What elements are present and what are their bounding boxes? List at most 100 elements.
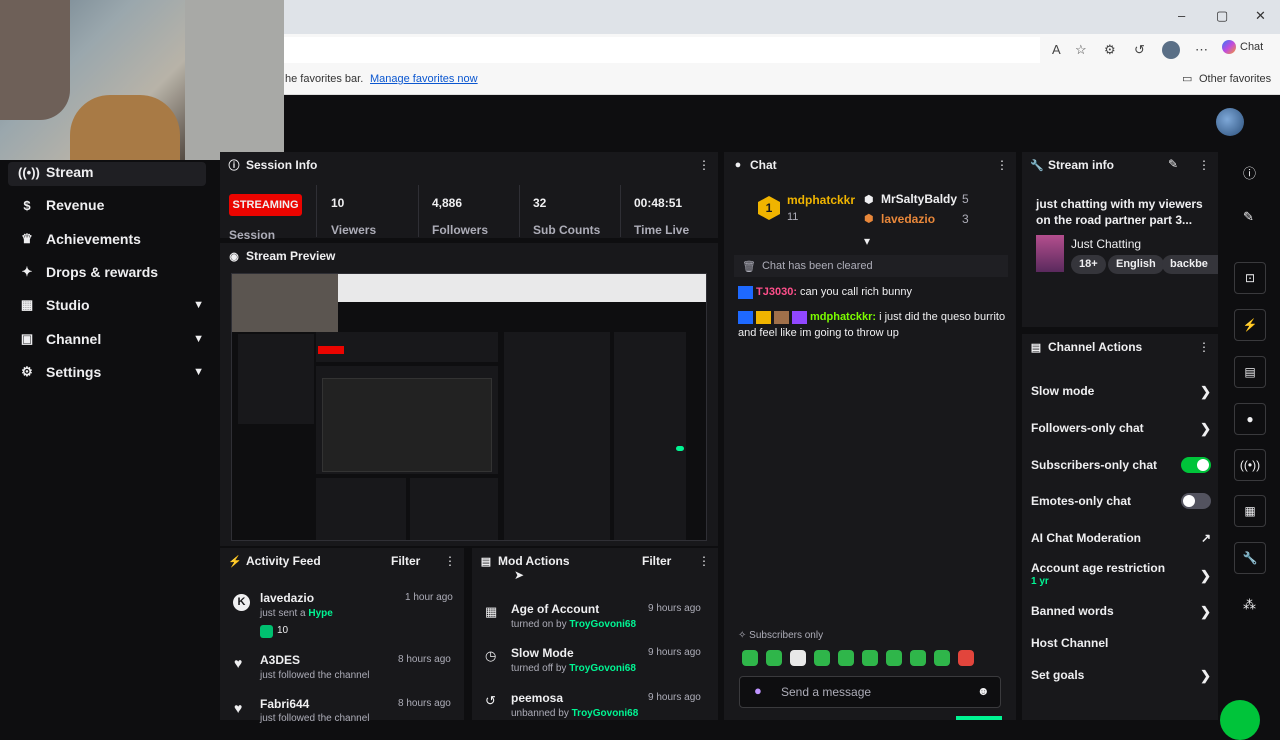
more-vertical-icon[interactable]: ⋮ [1198, 340, 1210, 354]
action-label: Emotes-only chat [1031, 494, 1132, 508]
studio-icon: ▦ [20, 297, 34, 312]
collapse-leaderboard-icon[interactable]: ▾ [864, 234, 870, 248]
chat-username[interactable]: mdphatckkr [810, 311, 872, 323]
maximize-icon[interactable]: ▢ [1216, 8, 1228, 24]
stat-divider [316, 185, 317, 237]
heart-icon: ♥ [234, 700, 243, 716]
unban-icon: ↺ [485, 693, 496, 708]
calendar-icon: ▦ [485, 604, 498, 619]
emote-icon[interactable] [958, 650, 974, 666]
edit-pencil-icon[interactable]: ✎ [1243, 209, 1254, 225]
more-vertical-icon[interactable]: ⋮ [444, 554, 456, 568]
screenshot-icon[interactable]: ⊡ [1234, 262, 1266, 294]
more-vertical-icon[interactable]: ⋮ [698, 554, 710, 568]
webcam-overlay [0, 0, 284, 160]
set-goals-row[interactable]: Set goals ❯ [1031, 668, 1211, 683]
broadcast-icon[interactable]: ((•)) [1234, 449, 1266, 481]
more-vertical-icon[interactable]: ⋮ [698, 158, 710, 172]
leader-first-name[interactable]: mdphatckkr [787, 193, 855, 207]
chat-bubble-icon[interactable]: ● [1234, 403, 1266, 435]
tag-chip[interactable]: English [1108, 255, 1164, 274]
subscribers-only-toggle[interactable] [1181, 457, 1211, 473]
wrench-icon[interactable]: 🔧 [1234, 542, 1266, 574]
more-vertical-icon[interactable]: ⋮ [1198, 158, 1210, 172]
extensions-icon[interactable]: ⚙ [1104, 42, 1116, 58]
layout-icon[interactable]: ▦ [1234, 495, 1266, 527]
emote-icon[interactable] [814, 650, 830, 666]
emoji-picker-icon[interactable]: ☻ [977, 684, 990, 698]
copilot-chat-button[interactable]: Chat [1222, 40, 1263, 54]
emote-icon[interactable] [742, 650, 758, 666]
document-icon[interactable]: ▤ [1234, 356, 1266, 388]
preview-icon: ◉ [229, 250, 239, 263]
sidebar-item-settings[interactable]: ⚙ Settings ▼ [18, 364, 204, 380]
sidebar-item-label: Revenue [46, 197, 105, 213]
chat-input[interactable]: ● Send a message ☻ [739, 676, 1001, 708]
tag-chip[interactable]: backbe [1162, 255, 1218, 274]
preview-actions [614, 396, 686, 540]
mod-by: TroyGovoni68 [571, 708, 639, 719]
banned-words-row[interactable]: Banned words ❯ [1031, 604, 1211, 619]
sidebar-item-drops[interactable]: ✦ Drops & rewards [18, 264, 204, 280]
mod-item-name: Age of Account [511, 602, 600, 616]
user-avatar[interactable] [1216, 108, 1244, 136]
manage-favorites-link[interactable]: Manage favorites now [370, 73, 478, 85]
panel-title: Stream info [1048, 158, 1115, 172]
emote-icon[interactable] [910, 650, 926, 666]
trophy-icon: ♛ [21, 231, 33, 246]
filter-button[interactable]: Filter [391, 554, 420, 568]
category-name[interactable]: Just Chatting [1071, 237, 1141, 251]
chat-send-button[interactable] [956, 716, 1002, 720]
host-channel-row[interactable]: Host Channel [1031, 636, 1211, 650]
followers-label: Followers [432, 223, 489, 237]
filter-button[interactable]: Filter [642, 554, 671, 568]
emote-icon[interactable] [766, 650, 782, 666]
preview-activity [316, 478, 406, 540]
ai-moderation-row[interactable]: AI Chat Moderation ↗ [1031, 531, 1211, 545]
leader-second-name[interactable]: MrSaltyBaldy [881, 192, 957, 206]
account-age-row[interactable]: Account age restriction ❯ [1031, 561, 1211, 583]
panel-title: Stream Preview [246, 249, 336, 263]
slow-mode-row[interactable]: Slow mode ❯ [1031, 384, 1211, 399]
emote-icon[interactable] [886, 650, 902, 666]
lightning-icon[interactable]: ⚡ [1234, 309, 1266, 341]
info-icon[interactable]: ⓘ [1243, 163, 1256, 182]
close-icon[interactable]: ✕ [1255, 8, 1266, 24]
minimize-icon[interactable]: – [1178, 8, 1185, 23]
mod-action: unbanned by [511, 708, 572, 719]
edit-pencil-icon[interactable]: ✎ [1168, 157, 1178, 171]
followers-value: 4,886 [432, 196, 463, 210]
mod-item-sub: turned off by TroyGovoni68 [511, 663, 636, 674]
followers-only-row[interactable]: Followers-only chat ❯ [1031, 421, 1211, 436]
preview-sidebar [238, 334, 314, 424]
microphone-icon[interactable]: ● [754, 683, 762, 698]
emote-icon[interactable] [934, 650, 950, 666]
stream-preview-video[interactable] [231, 273, 707, 541]
other-favorites[interactable]: Other favorites [1199, 73, 1271, 85]
extensions-icon[interactable]: ⁂ [1243, 597, 1256, 613]
sidebar-item-studio[interactable]: ▦ Studio ▼ [18, 297, 204, 313]
emote-icon[interactable] [838, 650, 854, 666]
emote-icon[interactable] [790, 650, 806, 666]
sidebar-item-channel[interactable]: ▣ Channel ▼ [18, 331, 204, 347]
history-icon[interactable]: ↺ [1134, 42, 1145, 58]
sidebar-item-revenue[interactable]: $ Revenue [18, 197, 204, 213]
emotes-only-toggle[interactable] [1181, 493, 1211, 509]
more-icon[interactable]: ⋯ [1195, 42, 1208, 58]
quick-action-button[interactable] [1220, 700, 1260, 740]
category-boxart[interactable] [1036, 235, 1064, 272]
emote-icon[interactable] [862, 650, 878, 666]
stream-title: just chatting with my viewers on the roa… [1036, 197, 1203, 227]
read-aloud-icon[interactable]: A [1052, 42, 1061, 57]
more-vertical-icon[interactable]: ⋮ [996, 158, 1008, 172]
chevron-right-icon: ❯ [1200, 568, 1211, 583]
leader-third-name[interactable]: lavedazio [881, 212, 935, 226]
tag-chip[interactable]: 18+ [1071, 255, 1106, 274]
address-bar[interactable] [284, 37, 1040, 63]
sidebar-item-stream[interactable]: ((•)) Stream [18, 164, 204, 180]
chat-cleared-text: Chat has been cleared [761, 260, 873, 272]
sidebar-item-achievements[interactable]: ♛ Achievements [18, 231, 204, 247]
profile-avatar[interactable] [1162, 41, 1180, 59]
chat-username[interactable]: TJ3030 [756, 286, 793, 298]
star-icon[interactable]: ☆ [1075, 42, 1087, 58]
